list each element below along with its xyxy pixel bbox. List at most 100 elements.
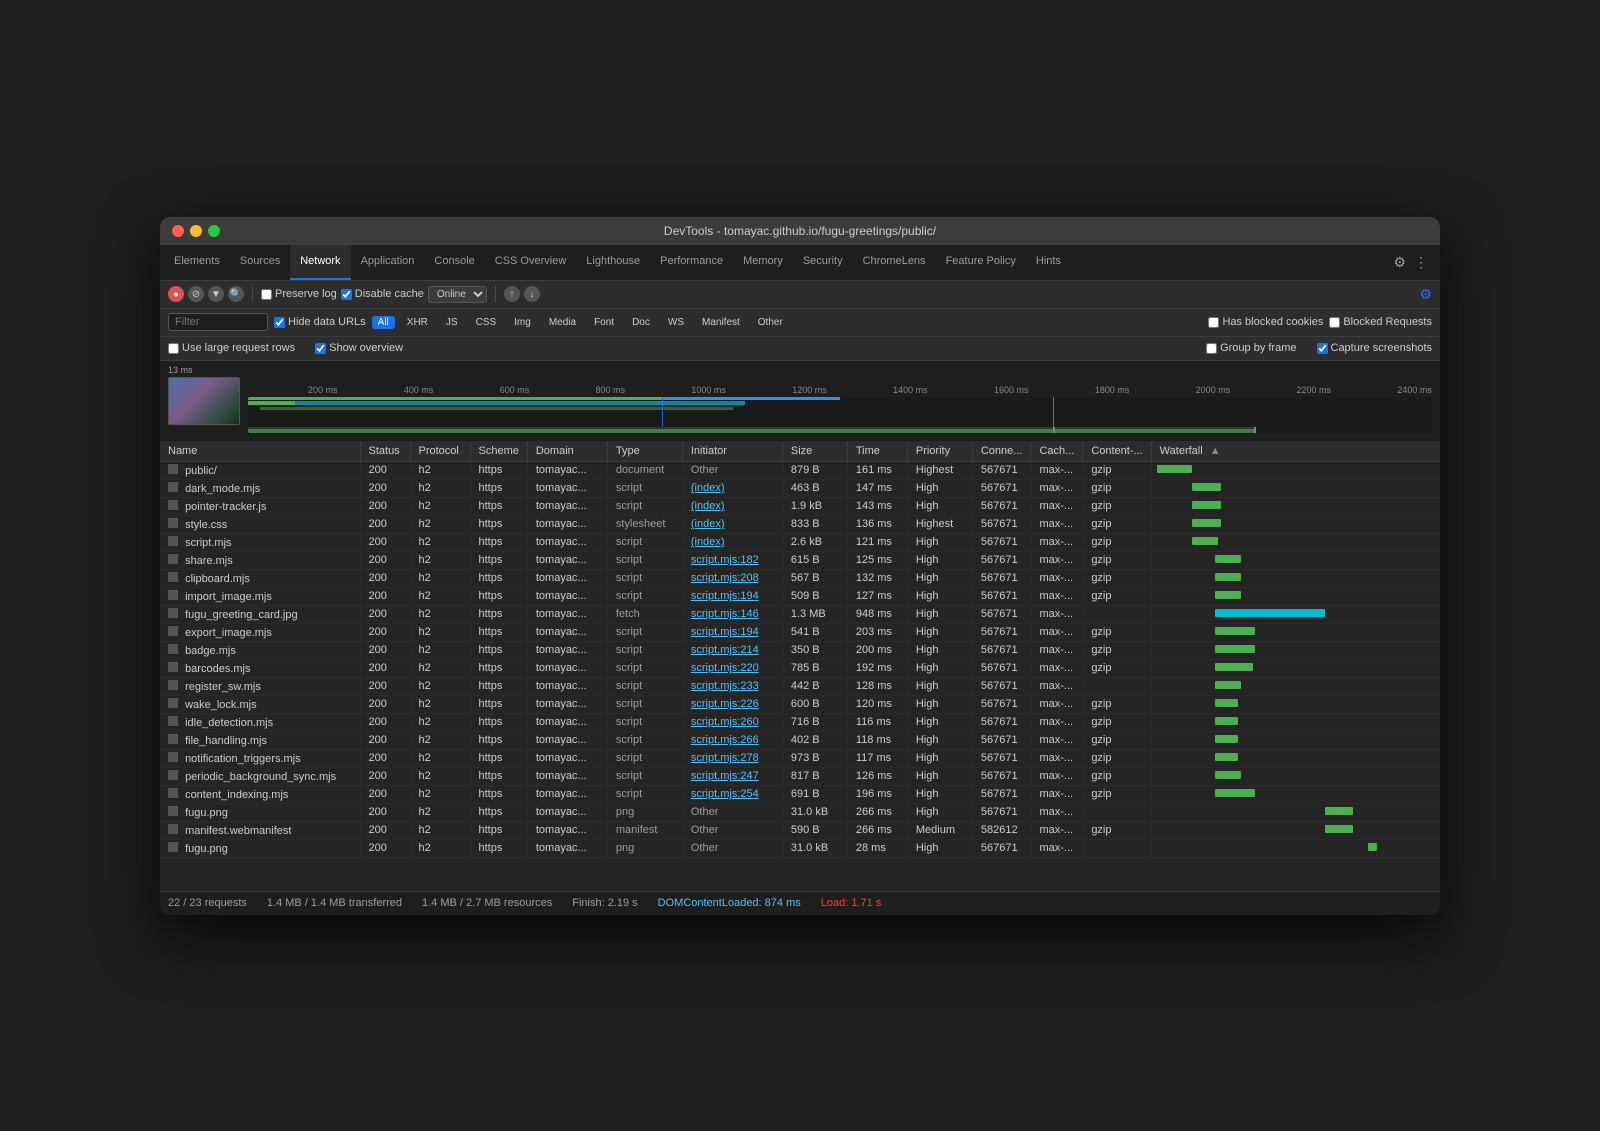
file-checkbox[interactable] xyxy=(168,590,178,600)
table-row[interactable]: content_indexing.mjs 200 h2 https tomaya… xyxy=(160,785,1440,803)
use-large-rows-checkbox[interactable] xyxy=(168,343,179,354)
filter-type-media[interactable]: Media xyxy=(543,316,582,329)
col-conn[interactable]: Conne... xyxy=(972,441,1031,462)
screenshot-thumbnail[interactable] xyxy=(168,377,240,425)
filter-type-js[interactable]: JS xyxy=(440,316,464,329)
col-initiator[interactable]: Initiator xyxy=(682,441,782,462)
tab-hints[interactable]: Hints xyxy=(1026,244,1071,280)
table-row[interactable]: dark_mode.mjs 200 h2 https tomayac... sc… xyxy=(160,479,1440,497)
initiator-link[interactable]: script.mjs:208 xyxy=(691,572,759,584)
col-protocol[interactable]: Protocol xyxy=(410,441,470,462)
preserve-log-checkbox[interactable] xyxy=(261,289,272,300)
table-row[interactable]: style.css 200 h2 https tomayac... styles… xyxy=(160,515,1440,533)
table-row[interactable]: register_sw.mjs 200 h2 https tomayac... … xyxy=(160,677,1440,695)
initiator-link[interactable]: script.mjs:260 xyxy=(691,716,759,728)
file-checkbox[interactable] xyxy=(168,464,178,474)
network-table-container[interactable]: Name Status Protocol Scheme Domain Type … xyxy=(160,441,1440,891)
table-row[interactable]: share.mjs 200 h2 https tomayac... script… xyxy=(160,551,1440,569)
search-button[interactable]: 🔍 xyxy=(228,286,244,302)
col-waterfall[interactable]: Waterfall ▲ xyxy=(1151,441,1440,462)
tab-performance[interactable]: Performance xyxy=(650,244,733,280)
export-button[interactable]: ↓ xyxy=(524,286,540,302)
filter-type-css[interactable]: CSS xyxy=(470,316,503,329)
blocked-requests-checkbox[interactable] xyxy=(1329,317,1340,328)
col-domain[interactable]: Domain xyxy=(527,441,607,462)
col-scheme[interactable]: Scheme xyxy=(470,441,527,462)
settings-icon[interactable]: ⚙ xyxy=(1393,254,1406,271)
table-row[interactable]: notification_triggers.mjs 200 h2 https t… xyxy=(160,749,1440,767)
initiator-link[interactable]: script.mjs:214 xyxy=(691,644,759,656)
fetch-xhr-filter-button[interactable]: ▼ xyxy=(208,286,224,302)
tab-network[interactable]: Network xyxy=(290,244,350,280)
tab-lighthouse[interactable]: Lighthouse xyxy=(576,244,650,280)
initiator-link[interactable]: script.mjs:146 xyxy=(691,608,759,620)
initiator-link[interactable]: (index) xyxy=(691,500,725,512)
file-checkbox[interactable] xyxy=(168,536,178,546)
table-row[interactable]: periodic_background_sync.mjs 200 h2 http… xyxy=(160,767,1440,785)
capture-screenshots-label[interactable]: Capture screenshots xyxy=(1317,342,1433,354)
table-row[interactable]: fugu_greeting_card.jpg 200 h2 https toma… xyxy=(160,605,1440,623)
maximize-button[interactable] xyxy=(208,225,220,237)
col-type[interactable]: Type xyxy=(607,441,682,462)
initiator-link[interactable]: script.mjs:220 xyxy=(691,662,759,674)
tab-memory[interactable]: Memory xyxy=(733,244,793,280)
initiator-link[interactable]: script.mjs:247 xyxy=(691,770,759,782)
tab-css-overview[interactable]: CSS Overview xyxy=(485,244,577,280)
filter-type-xhr[interactable]: XHR xyxy=(401,316,434,329)
initiator-link[interactable]: script.mjs:182 xyxy=(691,554,759,566)
col-time[interactable]: Time xyxy=(847,441,907,462)
filter-type-other[interactable]: Other xyxy=(752,316,789,329)
initiator-link[interactable]: script.mjs:233 xyxy=(691,680,759,692)
table-row[interactable]: public/ 200 h2 https tomayac... document… xyxy=(160,461,1440,479)
table-row[interactable]: badge.mjs 200 h2 https tomayac... script… xyxy=(160,641,1440,659)
group-by-frame-label[interactable]: Group by frame xyxy=(1206,342,1296,354)
close-button[interactable] xyxy=(172,225,184,237)
file-checkbox[interactable] xyxy=(168,806,178,816)
file-checkbox[interactable] xyxy=(168,752,178,762)
file-checkbox[interactable] xyxy=(168,770,178,780)
table-row[interactable]: manifest.webmanifest 200 h2 https tomaya… xyxy=(160,821,1440,839)
file-checkbox[interactable] xyxy=(168,698,178,708)
table-row[interactable]: import_image.mjs 200 h2 https tomayac...… xyxy=(160,587,1440,605)
has-blocked-cookies-checkbox[interactable] xyxy=(1208,317,1219,328)
file-checkbox[interactable] xyxy=(168,788,178,798)
table-row[interactable]: export_image.mjs 200 h2 https tomayac...… xyxy=(160,623,1440,641)
record-button[interactable]: ● xyxy=(168,286,184,302)
file-checkbox[interactable] xyxy=(168,644,178,654)
more-options-icon[interactable]: ⋮ xyxy=(1414,254,1428,271)
capture-screenshots-checkbox[interactable] xyxy=(1317,343,1328,354)
filter-input[interactable] xyxy=(168,313,268,331)
file-checkbox[interactable] xyxy=(168,734,178,744)
hide-data-urls-label[interactable]: Hide data URLs xyxy=(274,316,366,328)
initiator-link[interactable]: script.mjs:194 xyxy=(691,626,759,638)
table-row[interactable]: script.mjs 200 h2 https tomayac... scrip… xyxy=(160,533,1440,551)
clear-button[interactable]: ⊘ xyxy=(188,286,204,302)
file-checkbox[interactable] xyxy=(168,716,178,726)
use-large-rows-label[interactable]: Use large request rows xyxy=(168,342,295,354)
col-priority[interactable]: Priority xyxy=(907,441,972,462)
table-row[interactable]: clipboard.mjs 200 h2 https tomayac... sc… xyxy=(160,569,1440,587)
initiator-link[interactable]: script.mjs:194 xyxy=(691,590,759,602)
initiator-link[interactable]: script.mjs:278 xyxy=(691,752,759,764)
filter-type-manifest[interactable]: Manifest xyxy=(696,316,746,329)
filter-type-ws[interactable]: WS xyxy=(662,316,690,329)
initiator-link[interactable]: (index) xyxy=(691,536,725,548)
file-checkbox[interactable] xyxy=(168,518,178,528)
file-checkbox[interactable] xyxy=(168,608,178,618)
col-content[interactable]: Content-... xyxy=(1083,441,1151,462)
filter-type-img[interactable]: Img xyxy=(508,316,537,329)
table-row[interactable]: file_handling.mjs 200 h2 https tomayac..… xyxy=(160,731,1440,749)
overview-chart[interactable] xyxy=(248,397,1432,433)
tab-chromelens[interactable]: ChromeLens xyxy=(853,244,936,280)
col-cache[interactable]: Cach... xyxy=(1031,441,1083,462)
file-checkbox[interactable] xyxy=(168,662,178,672)
table-row[interactable]: fugu.png 200 h2 https tomayac... png Oth… xyxy=(160,839,1440,857)
filter-type-all[interactable]: All xyxy=(372,316,395,329)
initiator-link[interactable]: script.mjs:226 xyxy=(691,698,759,710)
file-checkbox[interactable] xyxy=(168,500,178,510)
has-blocked-cookies-label[interactable]: Has blocked cookies xyxy=(1208,316,1323,328)
table-row[interactable]: fugu.png 200 h2 https tomayac... png Oth… xyxy=(160,803,1440,821)
hide-data-urls-checkbox[interactable] xyxy=(274,317,285,328)
table-row[interactable]: pointer-tracker.js 200 h2 https tomayac.… xyxy=(160,497,1440,515)
tab-security[interactable]: Security xyxy=(793,244,853,280)
